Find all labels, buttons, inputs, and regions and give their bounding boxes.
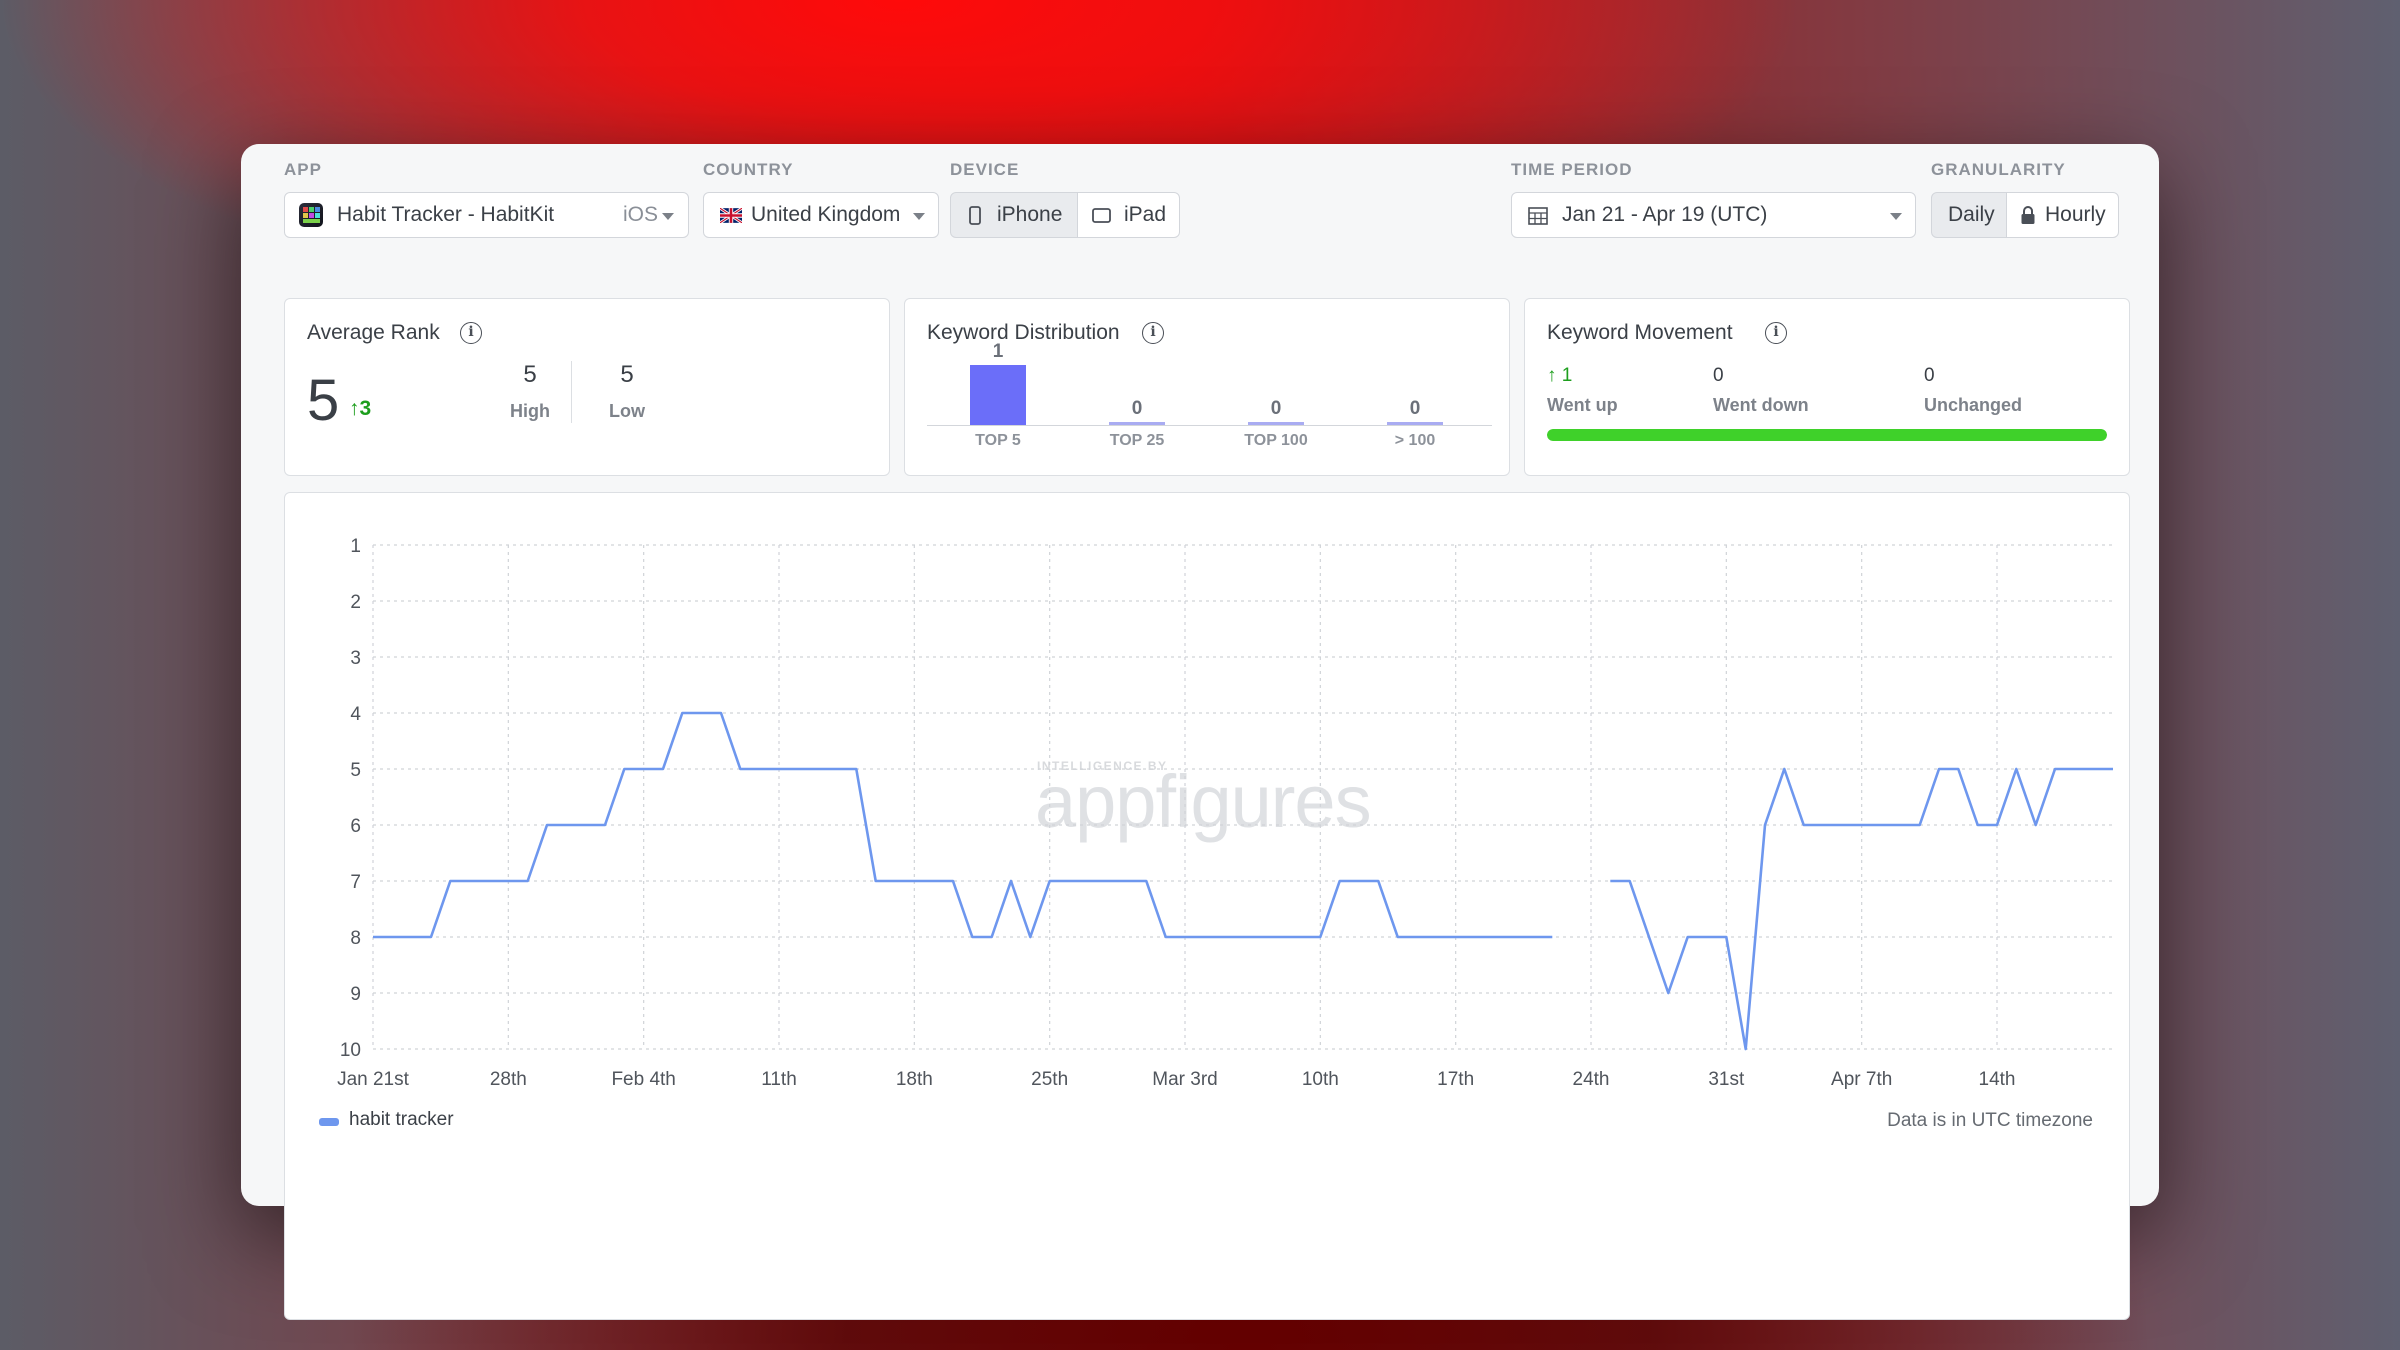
calendar-icon [1528,207,1548,225]
timezone-note: Data is in UTC timezone [1887,1110,2093,1131]
distribution-bar [970,365,1026,425]
y-tick-label: 8 [350,928,361,949]
distribution-bar [1248,422,1304,425]
distribution-bar [1387,422,1443,425]
unchanged-value: 0 [1924,365,1935,386]
uk-flag-icon [720,208,742,223]
high-rank-value: 5 [523,361,537,388]
granularity-hourly-label: Hourly [2045,203,2106,226]
y-tick-label: 4 [350,704,361,725]
distribution-count: 0 [1270,398,1282,419]
x-tick-label: 18th [896,1069,933,1090]
country-filter-label: COUNTRY [703,160,794,179]
arrow-up-icon: ↑ [349,397,360,420]
time-period-value: Jan 21 - Apr 19 (UTC) [1562,203,1768,226]
keyword-movement-title: Keyword Movement [1547,321,1733,344]
went-up-label: Went up [1547,395,1618,415]
x-tick-label: Apr 7th [1831,1069,1892,1090]
lock-icon [2021,206,2035,224]
legend-label[interactable]: habit tracker [349,1109,454,1131]
keyword-movement-panel: Keyword Movement i ↑ 1 Went up 0 Went do… [1524,298,2130,476]
distribution-label: > 100 [1394,432,1436,449]
y-tick-label: 1 [350,536,361,557]
unchanged-label: Unchanged [1924,395,2023,415]
phone-icon [969,206,981,225]
average-rank-title: Average Rank [307,321,440,344]
arrow-up-icon: ↑ [1547,365,1557,386]
x-tick-label: Jan 21st [337,1069,410,1090]
rank-chart-panel: INTELLIGENCE BY appfigures 1 2 3 4 5 6 7 8 9 10 Ja… [284,492,2130,1320]
legend-swatch [319,1118,339,1126]
chevron-down-icon [1890,213,1902,220]
app-select-value: Habit Tracker - HabitKit [337,203,555,226]
went-up-value: ↑ 1 [1547,365,1573,386]
y-tick-label: 2 [350,592,361,613]
distribution-count: 0 [1131,398,1143,419]
average-rank-panel: Average Rank i 5 ↑3 5 High 5 Low [284,298,890,476]
x-tick-label: 25th [1031,1069,1068,1090]
divider [571,361,572,423]
average-rank-value: 5 [307,368,340,433]
info-icon[interactable]: i [1765,322,1787,344]
device-iphone-button[interactable]: iPhone [950,192,1078,238]
distribution-bar [1109,422,1165,425]
granularity-daily-button[interactable]: Daily [1931,192,2007,238]
tablet-icon [1092,208,1111,223]
distribution-count: 0 [1409,398,1421,419]
low-rank-label: Low [609,401,645,421]
time-period-select[interactable]: Jan 21 - Apr 19 (UTC) [1511,192,1916,238]
app-select[interactable]: Habit Tracker - HabitKit iOS [284,192,689,238]
y-tick-label: 7 [350,872,361,893]
distribution-label: TOP 5 [975,432,1021,449]
granularity-daily-label: Daily [1948,203,1995,226]
device-ipad-label: iPad [1124,203,1167,226]
keyword-distribution-panel: Keyword Distribution i 1 TOP 5 0 TOP 25 0 TOP… [904,298,1510,476]
x-tick-label: 14th [1979,1069,2016,1090]
app-filter-label: APP [284,160,322,179]
distribution-count: 1 [992,341,1004,362]
rank-line-chart: 1 2 3 4 5 6 7 8 9 10 Jan 21st 28th Feb 4th 11th 18th 25… [337,536,2113,1090]
x-tick-label: 31st [1708,1069,1745,1090]
distribution-label: TOP 25 [1109,432,1165,449]
x-tick-label: 24th [1573,1069,1610,1090]
app-icon [299,203,323,227]
movement-progress-fill [1547,429,2107,441]
average-rank-change: ↑3 [349,397,372,420]
x-tick-label: Mar 3rd [1152,1069,1217,1090]
granularity-hourly-button[interactable]: Hourly [2006,192,2119,238]
x-tick-label: 28th [490,1069,527,1090]
chevron-down-icon [913,213,925,220]
granularity-label: GRANULARITY [1931,160,2066,179]
device-ipad-button[interactable]: iPad [1077,192,1180,238]
x-tick-label: 17th [1437,1069,1474,1090]
country-select-value: United Kingdom [751,203,901,226]
low-rank-value: 5 [620,361,634,388]
movement-progress-track [1547,429,2107,441]
x-tick-label: 11th [761,1069,797,1090]
y-tick-label: 10 [340,1040,361,1061]
went-down-value: 0 [1713,365,1724,386]
info-icon[interactable]: i [1142,322,1164,344]
chevron-down-icon [662,213,674,220]
country-select[interactable]: United Kingdom [703,192,939,238]
went-down-label: Went down [1713,395,1809,415]
y-tick-label: 5 [350,760,361,781]
y-tick-label: 9 [350,984,361,1005]
y-tick-label: 6 [350,816,361,837]
app-platform: iOS [623,203,659,226]
time-period-label: TIME PERIOD [1511,160,1633,179]
x-tick-label: 10th [1302,1069,1339,1090]
distribution-baseline [927,425,1492,426]
high-rank-label: High [510,401,550,421]
y-tick-label: 3 [350,648,361,669]
x-tick-label: Feb 4th [611,1069,675,1090]
info-icon[interactable]: i [460,322,482,344]
device-filter-label: DEVICE [950,160,1020,179]
device-iphone-label: iPhone [997,203,1063,226]
dashboard-card: APP Habit Tracker - HabitKit iOS COUNTRY… [241,144,2159,1320]
distribution-label: TOP 100 [1244,432,1308,449]
